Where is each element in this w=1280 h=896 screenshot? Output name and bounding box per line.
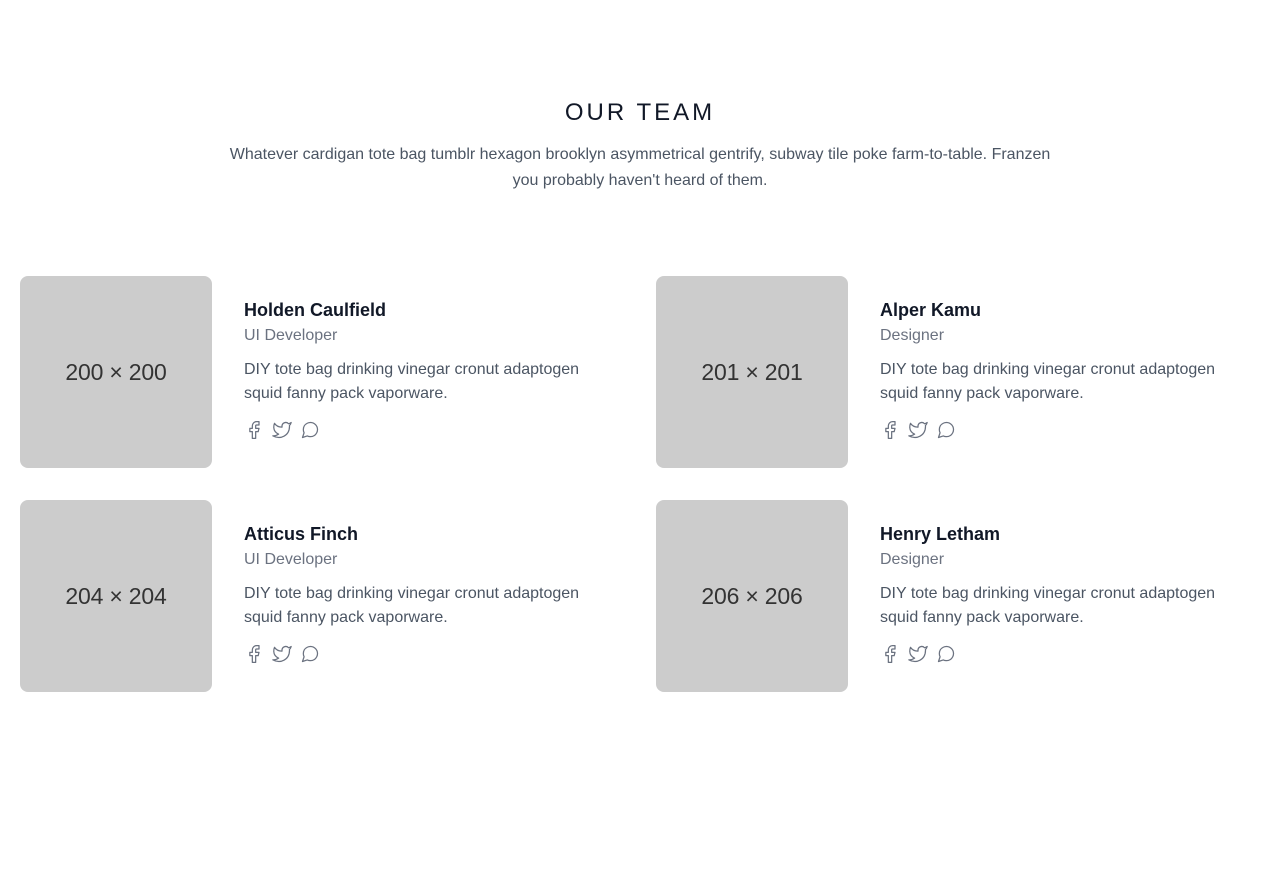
member-role: UI Developer bbox=[244, 551, 338, 568]
team-header: OUR TEAM Whatever cardigan tote bag tumb… bbox=[0, 96, 1280, 194]
member-bio: DIY tote bag drinking vinegar cronut ada… bbox=[880, 585, 1216, 626]
member-role: Designer bbox=[880, 551, 945, 568]
page-title: OUR TEAM bbox=[564, 99, 716, 126]
team-member-card: 206 × 206 Henry Letham Designer DIY tote… bbox=[656, 500, 1256, 692]
twitter-icon[interactable] bbox=[908, 420, 928, 440]
avatar-placeholder: 206 × 206 bbox=[656, 500, 848, 692]
avatar-placeholder: 204 × 204 bbox=[20, 500, 212, 692]
social-links bbox=[880, 644, 1240, 664]
member-info: Henry Letham Designer DIY tote bag drink… bbox=[880, 520, 1240, 664]
member-bio: DIY tote bag drinking vinegar cronut ada… bbox=[880, 361, 1216, 402]
member-name: Henry Letham bbox=[880, 524, 1001, 544]
social-links bbox=[244, 644, 604, 664]
team-section: OUR TEAM Whatever cardigan tote bag tumb… bbox=[0, 0, 1280, 896]
twitter-icon[interactable] bbox=[908, 644, 928, 664]
member-bio: DIY tote bag drinking vinegar cronut ada… bbox=[244, 585, 580, 626]
member-role: UI Developer bbox=[244, 327, 338, 344]
chat-icon[interactable] bbox=[300, 420, 320, 440]
avatar-placeholder: 200 × 200 bbox=[20, 276, 212, 468]
team-member-card: 201 × 201 Alper Kamu Designer DIY tote b… bbox=[656, 276, 1256, 468]
chat-icon[interactable] bbox=[936, 420, 956, 440]
member-info: Atticus Finch UI Developer DIY tote bag … bbox=[244, 520, 604, 664]
social-links bbox=[244, 420, 604, 440]
avatar-placeholder: 201 × 201 bbox=[656, 276, 848, 468]
facebook-icon[interactable] bbox=[880, 644, 900, 664]
facebook-icon[interactable] bbox=[244, 644, 264, 664]
facebook-icon[interactable] bbox=[244, 420, 264, 440]
chat-icon[interactable] bbox=[936, 644, 956, 664]
twitter-icon[interactable] bbox=[272, 644, 292, 664]
member-name: Holden Caulfield bbox=[244, 300, 387, 320]
chat-icon[interactable] bbox=[300, 644, 320, 664]
member-name: Atticus Finch bbox=[244, 524, 359, 544]
team-member-card: 204 × 204 Atticus Finch UI Developer DIY… bbox=[20, 500, 620, 692]
team-member-card: 200 × 200 Holden Caulfield UI Developer … bbox=[20, 276, 620, 468]
member-info: Holden Caulfield UI Developer DIY tote b… bbox=[244, 296, 604, 440]
page-subtitle: Whatever cardigan tote bag tumblr hexago… bbox=[229, 146, 1051, 189]
member-role: Designer bbox=[880, 327, 945, 344]
member-name: Alper Kamu bbox=[880, 300, 982, 320]
social-links bbox=[880, 420, 1240, 440]
member-info: Alper Kamu Designer DIY tote bag drinkin… bbox=[880, 296, 1240, 440]
facebook-icon[interactable] bbox=[880, 420, 900, 440]
member-bio: DIY tote bag drinking vinegar cronut ada… bbox=[244, 361, 580, 402]
twitter-icon[interactable] bbox=[272, 420, 292, 440]
